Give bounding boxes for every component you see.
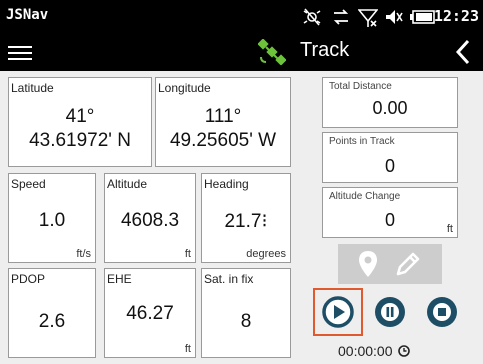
altitude-change-value: 0 — [384, 210, 395, 230]
edit-pencil-icon[interactable] — [394, 250, 422, 282]
altitude-unit: ft — [184, 248, 191, 260]
altitude-change-label: Altitude Change — [329, 191, 401, 202]
altitude-change-card[interactable]: Altitude Change 0 ft — [322, 187, 458, 238]
latitude-minutes: 43.61972' N — [29, 130, 131, 151]
status-clock: 12:23 — [433, 7, 479, 25]
pdop-label: PDOP — [11, 272, 46, 286]
waypoint-pin-icon[interactable] — [358, 250, 378, 282]
ehe-value: 46.27 — [126, 303, 174, 324]
back-chevron-icon[interactable] — [455, 39, 471, 69]
longitude-card[interactable]: Longitude 111° 49.25605' W — [155, 77, 291, 167]
ehe-unit: ft — [184, 343, 191, 355]
battery-icon — [410, 8, 436, 30]
sat-in-fix-card[interactable]: Sat. in fix 8 — [201, 268, 291, 358]
gps-off-icon — [302, 8, 322, 30]
ehe-label: EHE — [107, 272, 132, 286]
sat-in-fix-value: 8 — [240, 311, 252, 332]
satellite-icon — [257, 38, 287, 69]
pause-icon[interactable] — [374, 296, 406, 332]
menu-icon[interactable] — [8, 42, 34, 64]
sat-in-fix-label: Sat. in fix — [204, 272, 254, 286]
altitude-card[interactable]: Altitude 4608.3 ft — [104, 173, 196, 263]
page-title: Track — [300, 39, 350, 61]
longitude-label: Longitude — [158, 81, 211, 95]
points-in-track-label: Points in Track — [329, 136, 395, 147]
status-bar: JSNav 12:23 — [0, 0, 483, 34]
pdop-value: 2.6 — [38, 311, 66, 332]
points-in-track-card[interactable]: Points in Track 0 — [322, 132, 458, 183]
signal-no-connection-icon — [357, 8, 379, 32]
speed-unit: ft/s — [76, 248, 91, 260]
longitude-minutes: 49.25605' W — [169, 130, 277, 151]
points-in-track-value: 0 — [384, 156, 395, 176]
app-title: JSNav — [6, 7, 49, 23]
speed-card[interactable]: Speed 1.0 ft/s — [8, 173, 96, 263]
longitude-degrees: 111° — [204, 106, 242, 127]
stop-icon[interactable] — [426, 296, 458, 332]
track-timer-value: 00:00:00 — [338, 343, 393, 359]
speed-label: Speed — [11, 177, 46, 191]
pdop-card[interactable]: PDOP 2.6 — [8, 268, 96, 358]
heading-value: 21.7⁝ — [224, 211, 268, 232]
latitude-label: Latitude — [11, 81, 54, 95]
latitude-degrees: 41° — [65, 106, 95, 127]
track-timer: 00:00:00 — [338, 343, 411, 359]
total-distance-label: Total Distance — [329, 81, 392, 92]
total-distance-value: 0.00 — [372, 98, 408, 118]
volume-muted-icon — [384, 8, 404, 30]
latitude-card[interactable]: Latitude 41° 43.61972' N — [8, 77, 152, 167]
data-sync-icon — [332, 8, 350, 30]
altitude-label: Altitude — [107, 177, 148, 191]
heading-card[interactable]: Heading 21.7⁝ degrees — [201, 173, 291, 263]
speed-value: 1.0 — [38, 210, 66, 231]
altitude-change-unit: ft — [446, 223, 453, 235]
heading-unit: degrees — [246, 248, 286, 260]
heading-label: Heading — [204, 177, 249, 191]
altitude-value: 4608.3 — [120, 210, 180, 231]
toolbar: Track — [0, 34, 483, 71]
waypoint-toolbar — [338, 244, 442, 284]
total-distance-card[interactable]: Total Distance 0.00 — [322, 77, 458, 128]
ehe-card[interactable]: EHE 46.27 ft — [104, 268, 196, 358]
play-icon[interactable] — [322, 296, 354, 332]
clock-icon — [398, 345, 411, 357]
